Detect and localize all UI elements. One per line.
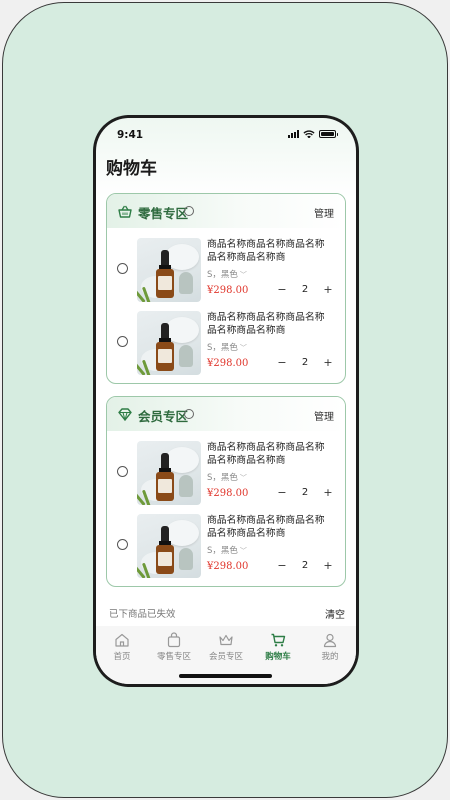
- basket-icon: [118, 205, 132, 218]
- quantity-value[interactable]: 2: [289, 356, 321, 370]
- tab-member[interactable]: 会员专区: [200, 632, 252, 662]
- product-image[interactable]: [137, 238, 201, 302]
- tab-label: 首页: [113, 652, 131, 662]
- increase-button[interactable]: +: [321, 356, 335, 370]
- home-icon: [115, 633, 129, 647]
- product-image[interactable]: [137, 441, 201, 505]
- product-image[interactable]: [137, 514, 201, 578]
- product-name[interactable]: 商品名称商品名称商品名称品名称商品名称商: [207, 514, 332, 540]
- section-title: 会员专区: [138, 409, 189, 424]
- cart-item: 商品名称商品名称商品名称品名称商品名称商 S，黑色 ﹀ ¥298.00 − 2 +: [107, 301, 345, 375]
- chevron-down-icon: ﹀: [239, 474, 247, 482]
- section-header: 零售专区 管理: [107, 194, 345, 228]
- decrease-button[interactable]: −: [275, 559, 289, 573]
- status-time: 9:41: [117, 129, 144, 141]
- section-select-radio[interactable]: [184, 206, 194, 216]
- quantity-stepper: − 2 +: [275, 486, 335, 500]
- product-name[interactable]: 商品名称商品名称商品名称品名称商品名称商: [207, 238, 332, 264]
- product-price: ¥298.00: [207, 561, 249, 572]
- user-icon: [323, 633, 337, 648]
- manage-button[interactable]: 管理: [314, 408, 334, 423]
- product-spec[interactable]: S，黑色 ﹀: [207, 341, 247, 353]
- quantity-stepper: − 2 +: [275, 559, 335, 573]
- decrease-button[interactable]: −: [275, 356, 289, 370]
- section-title: 零售专区: [138, 206, 189, 221]
- tab-cart[interactable]: 购物车: [252, 632, 304, 662]
- item-select-radio[interactable]: [117, 263, 128, 274]
- signal-icon: [288, 130, 299, 138]
- item-select-radio[interactable]: [117, 336, 128, 347]
- product-price: ¥298.00: [207, 358, 249, 369]
- item-select-radio[interactable]: [117, 539, 128, 550]
- product-spec[interactable]: S，黑色 ﹀: [207, 471, 247, 483]
- product-name[interactable]: 商品名称商品名称商品名称品名称商品名称商: [207, 311, 332, 337]
- battery-icon: [319, 130, 338, 138]
- status-bar: 9:41: [96, 118, 356, 148]
- spec-value: S，黑色: [207, 343, 238, 353]
- bag-icon: [167, 632, 181, 648]
- page-title: 购物车: [106, 159, 157, 179]
- phone-frame: 9:41 购物车 零售专区 管理 商品名称商品名称商品名称品名称商品名称商 S，…: [93, 115, 359, 687]
- cart-item: 商品名称商品名称商品名称品名称商品名称商 S，黑色 ﹀ ¥298.00 − 2 +: [107, 228, 345, 302]
- status-icons: [288, 130, 338, 138]
- crown-icon: [219, 634, 233, 646]
- chevron-down-icon: ﹀: [239, 271, 247, 279]
- quantity-stepper: − 2 +: [275, 283, 335, 297]
- wifi-icon: [303, 130, 315, 138]
- clear-button[interactable]: 清空: [325, 606, 345, 621]
- quantity-stepper: − 2 +: [275, 356, 335, 370]
- product-price: ¥298.00: [207, 285, 249, 296]
- chevron-down-icon: ﹀: [239, 547, 247, 555]
- retail-section: 零售专区 管理 商品名称商品名称商品名称品名称商品名称商 S，黑色 ﹀ ¥298.…: [106, 193, 346, 384]
- increase-button[interactable]: +: [321, 559, 335, 573]
- increase-button[interactable]: +: [321, 283, 335, 297]
- decrease-button[interactable]: −: [275, 486, 289, 500]
- cart-item: 商品名称商品名称商品名称品名称商品名称商 S，黑色 ﹀ ¥298.00 − 2 +: [107, 431, 345, 505]
- product-spec[interactable]: S，黑色 ﹀: [207, 268, 247, 280]
- cart-item: 商品名称商品名称商品名称品名称商品名称商 S，黑色 ﹀ ¥298.00 − 2 +: [107, 504, 345, 578]
- chevron-down-icon: ﹀: [239, 344, 247, 352]
- product-spec[interactable]: S，黑色 ﹀: [207, 544, 247, 556]
- quantity-value[interactable]: 2: [289, 283, 321, 297]
- product-name[interactable]: 商品名称商品名称商品名称品名称商品名称商: [207, 441, 332, 467]
- cart-icon: [271, 633, 286, 647]
- member-section: 会员专区 管理 商品名称商品名称商品名称品名称商品名称商 S，黑色 ﹀ ¥298.…: [106, 396, 346, 587]
- product-image[interactable]: [137, 311, 201, 375]
- increase-button[interactable]: +: [321, 486, 335, 500]
- product-price: ¥298.00: [207, 488, 249, 499]
- tab-home[interactable]: 首页: [96, 632, 148, 662]
- spec-value: S，黑色: [207, 546, 238, 556]
- section-header: 会员专区 管理: [107, 397, 345, 431]
- invalid-items-label: 已下商品已失效: [109, 609, 176, 620]
- home-indicator: [179, 674, 272, 678]
- tab-label: 我的: [321, 652, 339, 662]
- quantity-value[interactable]: 2: [289, 559, 321, 573]
- decrease-button[interactable]: −: [275, 283, 289, 297]
- app-screen: 9:41 购物车 零售专区 管理 商品名称商品名称商品名称品名称商品名称商 S，…: [96, 118, 356, 684]
- manage-button[interactable]: 管理: [314, 205, 334, 220]
- spec-value: S，黑色: [207, 270, 238, 280]
- diamond-icon: [118, 408, 132, 421]
- tab-label: 零售专区: [156, 652, 191, 662]
- spec-value: S，黑色: [207, 473, 238, 483]
- tab-profile[interactable]: 我的: [304, 632, 356, 662]
- item-select-radio[interactable]: [117, 466, 128, 477]
- invalid-items-row: 已下商品已失效 清空: [109, 606, 345, 622]
- quantity-value[interactable]: 2: [289, 486, 321, 500]
- section-select-radio[interactable]: [184, 409, 194, 419]
- tab-retail[interactable]: 零售专区: [148, 632, 200, 662]
- tab-label: 购物车: [265, 652, 291, 662]
- tab-label: 会员专区: [208, 652, 243, 662]
